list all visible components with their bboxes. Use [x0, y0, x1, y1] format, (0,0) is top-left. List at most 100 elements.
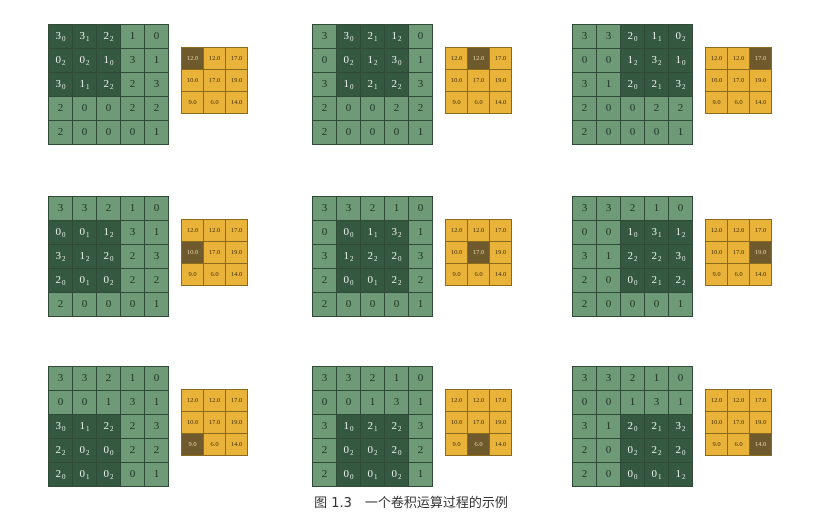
- input-cell: 1: [597, 73, 620, 96]
- kernel-weight: 0: [62, 35, 66, 43]
- input-value: 2: [129, 420, 136, 432]
- input-cell: 3: [145, 245, 168, 268]
- input-value: 1: [627, 226, 634, 238]
- input-cell: 0: [145, 197, 168, 220]
- kernel-window-cell: 12: [669, 463, 692, 486]
- input-value: 3: [417, 420, 424, 432]
- output-cell: 19.0: [750, 70, 771, 91]
- kernel-window-cell: 01: [361, 463, 384, 486]
- kernel-weight: 2: [682, 425, 686, 433]
- input-value: 2: [627, 30, 634, 42]
- output-matrix: 12.0 12.0 17.0 10.0 17.0 19.0 9.0 6.0 14.0: [445, 47, 512, 114]
- output-cell: 19.0: [226, 70, 247, 91]
- input-cell: 1: [145, 221, 168, 244]
- kernel-weight: 0: [110, 449, 114, 457]
- kernel-weight: 1: [86, 473, 90, 481]
- input-value: 2: [55, 468, 62, 480]
- kernel-window-cell: 12: [669, 221, 692, 244]
- input-value: 0: [345, 298, 352, 310]
- input-value: 0: [581, 54, 588, 66]
- input-value: 1: [605, 250, 612, 262]
- kernel-window-cell: 22: [49, 439, 72, 462]
- kernel-weight: 2: [682, 35, 686, 43]
- kernel-window-cell: 12: [361, 49, 384, 72]
- input-value: 1: [343, 78, 350, 90]
- kernel-weight: 1: [374, 473, 378, 481]
- kernel-window-cell: 02: [621, 439, 644, 462]
- input-cell: 3: [145, 73, 168, 96]
- kernel-window-cell: 12: [385, 25, 408, 48]
- input-cell: 1: [145, 121, 168, 144]
- input-cell: 2: [97, 367, 120, 390]
- input-cell: 0: [597, 463, 620, 486]
- input-value: 3: [321, 78, 328, 90]
- input-value: 1: [367, 226, 374, 238]
- input-value: 2: [651, 420, 658, 432]
- output-matrix: 12.0 12.0 17.0 10.0 17.0 19.0 9.0 6.0 14.0: [445, 219, 512, 286]
- kernel-weight: 2: [374, 255, 378, 263]
- kernel-window-cell: 31: [73, 25, 96, 48]
- kernel-window-cell: 32: [669, 73, 692, 96]
- kernel-window-cell: 21: [361, 73, 384, 96]
- output-cell: 12.0: [204, 48, 225, 69]
- kernel-window-cell: 22: [385, 269, 408, 292]
- input-cell: 1: [145, 463, 168, 486]
- input-value: 0: [55, 54, 62, 66]
- input-value: 2: [581, 102, 588, 114]
- input-value: 1: [393, 372, 400, 384]
- input-cell: 3: [573, 197, 596, 220]
- kernel-window-cell: 20: [621, 25, 644, 48]
- input-value: 0: [103, 444, 110, 456]
- kernel-weight: 0: [350, 35, 354, 43]
- input-value: 0: [393, 126, 400, 138]
- input-value: 2: [581, 468, 588, 480]
- input-cell: 2: [145, 269, 168, 292]
- input-value: 0: [605, 226, 612, 238]
- input-value: 3: [321, 250, 328, 262]
- kernel-weight: 2: [634, 59, 638, 67]
- input-cell: 3: [573, 73, 596, 96]
- input-value: 3: [605, 30, 612, 42]
- kernel-window-cell: 32: [385, 221, 408, 244]
- kernel-window-cell: 22: [97, 415, 120, 438]
- output-cell: 9.0: [706, 92, 727, 113]
- input-cell: 3: [409, 73, 432, 96]
- input-value: 1: [627, 54, 634, 66]
- input-cell: 3: [573, 25, 596, 48]
- input-value: 2: [651, 250, 658, 262]
- kernel-window-cell: 10: [669, 49, 692, 72]
- input-cell: 3: [73, 367, 96, 390]
- output-cell: 14.0: [490, 264, 511, 285]
- input-value: 2: [105, 372, 112, 384]
- input-value: 1: [677, 298, 684, 310]
- input-value: 0: [393, 298, 400, 310]
- output-cell: 6.0: [468, 92, 489, 113]
- output-cell: 17.0: [204, 242, 225, 263]
- kernel-weight: 2: [62, 449, 66, 457]
- kernel-window-cell: 30: [337, 25, 360, 48]
- input-cell: 2: [313, 97, 336, 120]
- input-cell: 0: [313, 49, 336, 72]
- input-cell: 0: [121, 463, 144, 486]
- input-value: 0: [367, 274, 374, 286]
- input-cell: 1: [97, 391, 120, 414]
- input-value: 0: [605, 468, 612, 480]
- kernel-weight: 1: [86, 279, 90, 287]
- input-value: 0: [605, 102, 612, 114]
- input-cell: 2: [121, 415, 144, 438]
- output-cell: 9.0: [446, 92, 467, 113]
- kernel-weight: 1: [658, 231, 662, 239]
- input-value: 3: [391, 226, 398, 238]
- kernel-weight: 0: [110, 59, 114, 67]
- kernel-window-cell: 21: [645, 415, 668, 438]
- input-value: 1: [153, 396, 160, 408]
- input-value: 1: [343, 420, 350, 432]
- input-cell: 0: [669, 197, 692, 220]
- output-cell: 14.0: [226, 434, 247, 455]
- input-value: 0: [651, 468, 658, 480]
- output-cell: 14.0: [490, 434, 511, 455]
- input-value: 0: [581, 226, 588, 238]
- kernel-weight: 0: [398, 255, 402, 263]
- input-value: 2: [417, 102, 424, 114]
- kernel-window-cell: 11: [645, 25, 668, 48]
